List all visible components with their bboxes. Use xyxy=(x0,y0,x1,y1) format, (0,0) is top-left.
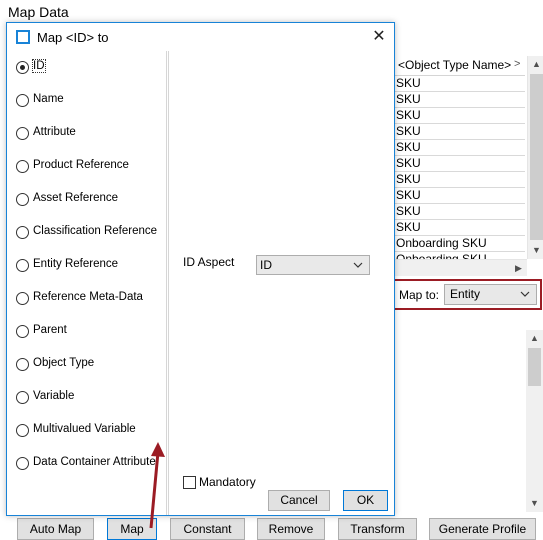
map-to-select[interactable]: Entity xyxy=(444,284,537,305)
chevron-down-icon xyxy=(520,291,530,297)
table-row[interactable]: SKU xyxy=(393,188,525,204)
auto-map-button[interactable]: Auto Map xyxy=(17,518,94,540)
option-label: Attribute xyxy=(33,126,76,138)
radio-button[interactable] xyxy=(16,292,29,305)
option-label: Multivalued Variable xyxy=(33,423,136,435)
table-row[interactable]: SKU xyxy=(393,220,525,236)
radio-button[interactable] xyxy=(16,391,29,404)
panel-vertical-scrollbar[interactable]: ▲ ▼ xyxy=(526,330,543,512)
radio-button[interactable] xyxy=(16,127,29,140)
radio-button[interactable] xyxy=(16,160,29,173)
radio-button[interactable] xyxy=(16,193,29,206)
dialog-titlebar[interactable]: Map <ID> to ✕ xyxy=(7,23,394,51)
scroll-down-icon[interactable]: ▼ xyxy=(528,242,543,259)
page-title: Map Data xyxy=(8,4,69,20)
table-row[interactable]: SKU xyxy=(393,172,525,188)
map-dialog: Map <ID> to ✕ ID Name Attribute Product … xyxy=(6,22,395,516)
ok-button[interactable]: OK xyxy=(343,490,388,511)
table-row[interactable]: SKU xyxy=(393,108,525,124)
radio-button[interactable] xyxy=(16,325,29,338)
option-label: Name xyxy=(33,93,64,105)
option-label: Asset Reference xyxy=(33,192,119,204)
option-label: ID xyxy=(32,59,46,73)
mandatory-label: Mandatory xyxy=(199,475,256,489)
option-label: Variable xyxy=(33,390,75,402)
radio-button[interactable] xyxy=(16,424,29,437)
option-label: Object Type xyxy=(33,357,95,369)
object-type-table: <Object Type Name> > SKU SKU SKU SKU SKU… xyxy=(392,56,543,276)
arrow-shaft xyxy=(149,451,160,529)
map-to-value: Entity xyxy=(450,287,481,301)
scroll-up-icon[interactable]: ▲ xyxy=(526,330,543,347)
constant-button[interactable]: Constant xyxy=(170,518,245,540)
table-row[interactable]: SKU xyxy=(393,140,525,156)
arrow-up-icon xyxy=(149,442,165,529)
id-aspect-value: ID xyxy=(260,258,272,272)
table-row[interactable]: SKU xyxy=(393,156,525,172)
radio-button[interactable] xyxy=(16,358,29,371)
scrollbar-thumb[interactable] xyxy=(530,74,543,240)
radio-button[interactable] xyxy=(16,457,29,470)
close-icon[interactable]: ✕ xyxy=(368,26,390,48)
scrollbar-thumb[interactable] xyxy=(528,348,541,386)
table-row[interactable]: SKU xyxy=(393,76,525,92)
column-header-label: <Object Type Name> xyxy=(398,58,512,72)
table-row[interactable]: SKU xyxy=(393,204,525,220)
table-row[interactable]: Onboarding SKU xyxy=(393,236,525,252)
table-row[interactable]: SKU xyxy=(393,92,525,108)
table-horizontal-scrollbar[interactable]: ▶ xyxy=(393,259,527,276)
chevron-down-icon xyxy=(353,262,363,268)
id-aspect-select[interactable]: ID xyxy=(256,255,370,275)
cancel-button[interactable]: Cancel xyxy=(268,490,330,511)
scroll-down-icon[interactable]: ▼ xyxy=(526,495,543,512)
dialog-title: Map <ID> to xyxy=(37,30,109,45)
transform-button[interactable]: Transform xyxy=(338,518,417,540)
radio-button[interactable] xyxy=(16,61,29,74)
radio-button[interactable] xyxy=(16,94,29,107)
map-to-label: Map to: xyxy=(399,288,440,302)
option-label: Classification Reference xyxy=(33,225,158,237)
map-to-highlight: Map to: Entity xyxy=(392,279,542,310)
arrow-head xyxy=(151,442,165,457)
option-label: Data Container Attribute xyxy=(33,456,156,468)
table-vertical-scrollbar[interactable]: ▲ ▼ xyxy=(527,56,543,259)
table-row[interactable]: SKU xyxy=(393,124,525,140)
option-label: Reference Meta-Data xyxy=(33,291,143,303)
chevron-right-icon[interactable]: > xyxy=(514,58,520,70)
radio-button[interactable] xyxy=(16,226,29,239)
scroll-up-icon[interactable]: ▲ xyxy=(528,56,543,73)
remove-button[interactable]: Remove xyxy=(257,518,325,540)
id-aspect-label: ID Aspect xyxy=(183,255,235,269)
scroll-right-icon[interactable]: ▶ xyxy=(510,260,527,277)
window-icon xyxy=(16,30,30,44)
radio-button[interactable] xyxy=(16,259,29,272)
mandatory-checkbox[interactable] xyxy=(183,476,196,489)
option-label: Product Reference xyxy=(33,159,129,171)
generate-profile-button[interactable]: Generate Profile xyxy=(429,518,536,540)
option-label: Entity Reference xyxy=(33,258,119,270)
column-header-object-type[interactable]: <Object Type Name> xyxy=(393,56,525,76)
option-label: Parent xyxy=(33,324,67,336)
